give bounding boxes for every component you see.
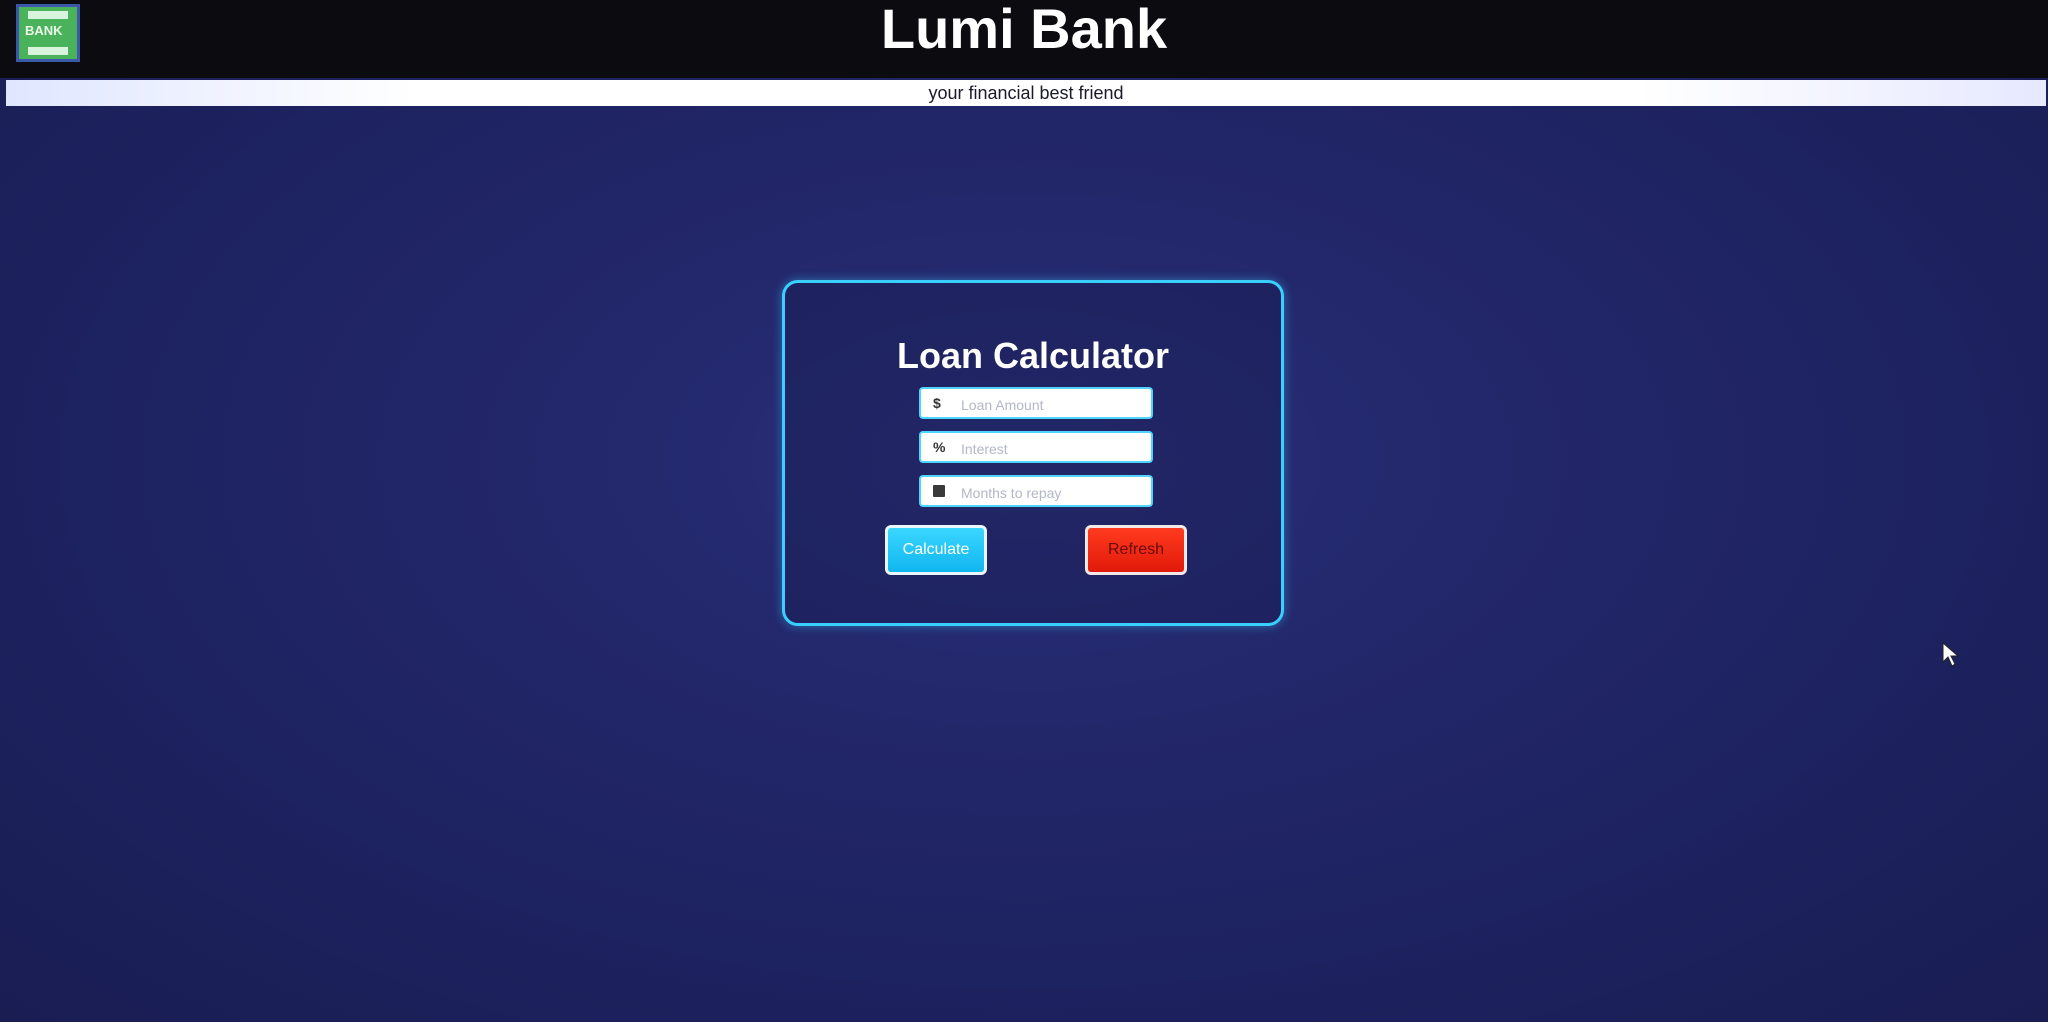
interest-field[interactable]: % [919, 431, 1153, 463]
months-to-repay-input[interactable] [959, 481, 1149, 505]
dollar-icon: $ [933, 395, 941, 411]
calculate-button[interactable]: Calculate [885, 525, 987, 575]
calculator-title: Loan Calculator [896, 335, 1170, 376]
app-title: Lumi Bank [880, 0, 1168, 60]
header: BANK Lumi Bank [0, 0, 2048, 78]
page: BANK Lumi Bank your financial best frien… [0, 0, 2048, 1022]
tagline-bar: your financial best friend [6, 80, 2046, 106]
months-field[interactable] [919, 475, 1153, 507]
refresh-button[interactable]: Refresh [1085, 525, 1187, 575]
tagline: your financial best friend [928, 83, 1124, 103]
loan-amount-field[interactable]: $ [919, 387, 1153, 419]
interest-input[interactable] [959, 437, 1149, 461]
percent-icon: % [933, 439, 946, 455]
mouse-cursor-icon [1942, 642, 1960, 667]
loan-amount-input[interactable] [959, 393, 1149, 417]
loan-calculator-card: Loan Calculator $ % Calculate Refresh [782, 280, 1284, 626]
calendar-icon [933, 485, 945, 497]
